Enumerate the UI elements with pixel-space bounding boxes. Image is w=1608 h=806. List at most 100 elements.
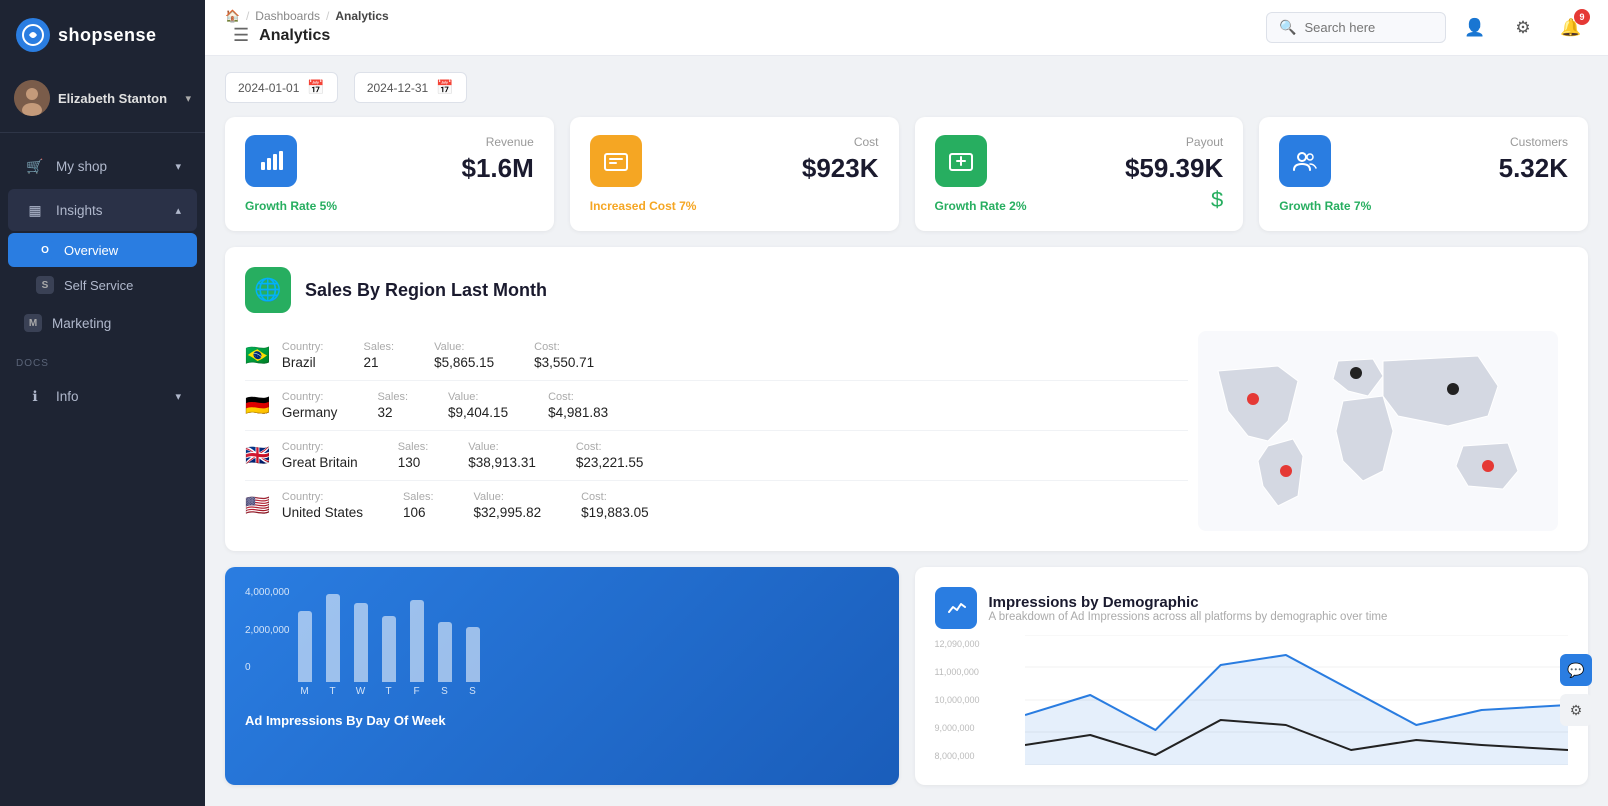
- y-10m: 10,000,000: [935, 695, 1015, 705]
- overview-badge: O: [36, 241, 54, 259]
- stat-cards: Revenue $1.6M Growth Rate 5%: [225, 117, 1588, 231]
- breadcrumb: 🏠 / Dashboards / Analytics: [225, 9, 389, 23]
- user-name: Elizabeth Stanton: [58, 91, 177, 106]
- gb-cost: $23,221.55: [576, 455, 644, 470]
- marketing-label: Marketing: [52, 316, 181, 331]
- bar-T2: T: [382, 616, 396, 697]
- y-label-4m: 4,000,000: [245, 587, 290, 598]
- region-row-gb: 🇬🇧 Country: Great Britain Sales: 130: [245, 431, 1188, 481]
- value-label: Value:: [434, 341, 494, 353]
- customers-value: 5.32K: [1499, 153, 1568, 184]
- page-header: 2024-01-01 📅 2024-12-31 📅: [225, 72, 1588, 103]
- topbar: 🏠 / Dashboards / Analytics ☰ Analytics 🔍…: [205, 0, 1608, 56]
- person-icon: 👤: [1464, 18, 1485, 38]
- sidebar-item-marketing[interactable]: M Marketing: [8, 304, 197, 342]
- end-date-picker[interactable]: 2024-12-31 📅: [354, 72, 467, 103]
- bottom-section: 4,000,000 2,000,000 0 M T: [225, 567, 1588, 785]
- customers-label: Customers: [1510, 135, 1568, 149]
- gb-data: Country: Great Britain Sales: 130 Value:…: [282, 441, 1188, 470]
- sidebar-item-my-shop[interactable]: 🛒 My shop ▾: [8, 145, 197, 187]
- region-row-us: 🇺🇸 Country: United States Sales: 106: [245, 481, 1188, 530]
- bar-S2: S: [466, 627, 480, 697]
- bar-label-T2: T: [385, 686, 391, 697]
- topbar-title-row: ☰ Analytics: [225, 25, 389, 46]
- user-chevron-icon: ▾: [185, 92, 191, 105]
- gb-value: $38,913.31: [468, 455, 536, 470]
- avatar: [14, 80, 50, 116]
- calendar-icon2: 📅: [436, 79, 453, 96]
- sidebar-item-overview[interactable]: O Overview: [8, 233, 197, 267]
- impressions-text: Impressions by Demographic A breakdown o…: [989, 594, 1388, 623]
- sidebar-item-info[interactable]: ℹ Info ▾: [8, 375, 197, 417]
- breadcrumb-dashboards[interactable]: Dashboards: [255, 9, 320, 23]
- search-box[interactable]: 🔍: [1266, 12, 1446, 43]
- impressions-demographic-card: Impressions by Demographic A breakdown o…: [915, 567, 1589, 785]
- notifications-button[interactable]: 🔔 9: [1554, 11, 1588, 45]
- bar-fri: [410, 600, 424, 682]
- sidebar-item-self-service[interactable]: S Self Service: [8, 268, 197, 302]
- breadcrumb-home-icon: 🏠: [225, 9, 240, 23]
- section-header: 🌐 Sales By Region Last Month: [245, 267, 1568, 313]
- end-date-value: 2024-12-31: [367, 81, 428, 95]
- gb-country: Great Britain: [282, 455, 358, 470]
- menu-icon[interactable]: ☰: [233, 25, 249, 46]
- payout-label: Payout: [1186, 135, 1223, 149]
- sidebar: shopsense Elizabeth Stanton ▾ 🛒 My shop …: [0, 0, 205, 806]
- us-sales: 106: [403, 505, 434, 520]
- logo-icon: [16, 18, 50, 52]
- start-date-value: 2024-01-01: [238, 81, 299, 95]
- bar-T1: T: [326, 594, 340, 697]
- impressions-icon: [935, 587, 977, 629]
- us-data: Country: United States Sales: 106 Value:…: [282, 491, 1188, 520]
- calendar-icon: 📅: [307, 79, 324, 96]
- chat-button[interactable]: 💬: [1560, 654, 1592, 686]
- settings-float-icon: ⚙: [1570, 702, 1583, 719]
- docs-section-label: DOCS: [0, 344, 205, 373]
- search-icon: 🔍: [1279, 19, 1296, 36]
- main-content: 🏠 / Dashboards / Analytics ☰ Analytics 🔍…: [205, 0, 1608, 806]
- profile-button[interactable]: 👤: [1458, 11, 1492, 45]
- breadcrumb-sep: /: [246, 9, 249, 23]
- bar-label-S2: S: [469, 686, 476, 697]
- impressions-subtitle: A breakdown of Ad Impressions across all…: [989, 611, 1388, 623]
- notification-badge: 9: [1574, 9, 1590, 25]
- revenue-label: Revenue: [486, 135, 534, 149]
- germany-sales: 32: [377, 405, 408, 420]
- germany-data: Country: Germany Sales: 32 Value: $9,404…: [282, 391, 1188, 420]
- search-input[interactable]: [1304, 20, 1424, 35]
- bar-thu: [382, 616, 396, 682]
- brazil-country: Brazil: [282, 355, 324, 370]
- us-value: $32,995.82: [474, 505, 542, 520]
- info-label: Info: [56, 389, 165, 404]
- y-8m: 8,000,000: [935, 751, 1015, 761]
- revenue-value: $1.6M: [461, 153, 533, 184]
- impressions-chart-area: 12,090,000 11,000,000 10,000,000 9,000,0…: [935, 635, 1569, 765]
- impressions-title: Impressions by Demographic: [989, 594, 1388, 611]
- bar-S1: S: [438, 622, 452, 697]
- settings-float-button[interactable]: ⚙: [1560, 694, 1592, 726]
- ad-impressions-title: Ad Impressions By Day Of Week: [245, 713, 879, 728]
- sidebar-item-insights[interactable]: ▦ Insights ▴: [8, 189, 197, 231]
- stat-card-revenue: Revenue $1.6M Growth Rate 5%: [225, 117, 554, 231]
- self-service-badge: S: [36, 276, 54, 294]
- logo-text: shopsense: [58, 25, 157, 46]
- germany-country: Germany: [282, 405, 338, 420]
- world-map: [1188, 331, 1568, 531]
- settings-button[interactable]: ⚙: [1506, 11, 1540, 45]
- impressions-header: Impressions by Demographic A breakdown o…: [935, 587, 1569, 629]
- bar-mon: [298, 611, 312, 682]
- content-area: 2024-01-01 📅 2024-12-31 📅: [205, 56, 1608, 806]
- bar-wed: [354, 603, 368, 682]
- topbar-actions: 👤 ⚙ 🔔 9: [1458, 11, 1588, 45]
- germany-flag: 🇩🇪: [245, 393, 270, 418]
- start-date-picker[interactable]: 2024-01-01 📅: [225, 72, 338, 103]
- region-row-brazil: 🇧🇷 Country: Brazil Sales: 21 V: [245, 331, 1188, 381]
- revenue-icon: [245, 135, 297, 187]
- sidebar-user[interactable]: Elizabeth Stanton ▾: [0, 70, 205, 133]
- y-label-0: 0: [245, 662, 290, 673]
- gb-flag: 🇬🇧: [245, 443, 270, 468]
- brazil-value: $5,865.15: [434, 355, 494, 370]
- chevron-down-icon: ▾: [175, 160, 181, 173]
- customers-footer: Growth Rate 7%: [1279, 199, 1568, 213]
- insights-icon: ▦: [24, 199, 46, 221]
